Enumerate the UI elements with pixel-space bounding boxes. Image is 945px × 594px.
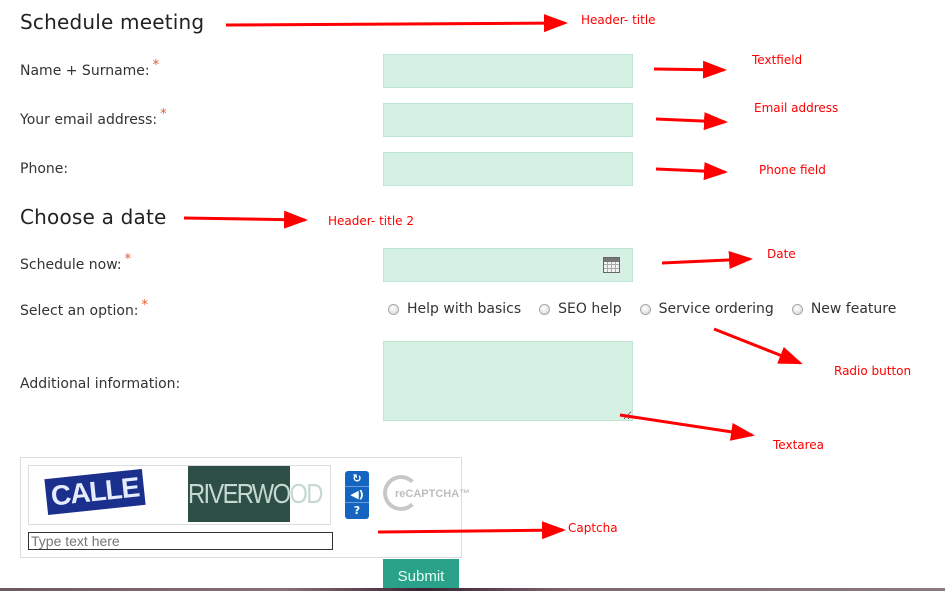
annotation-header-title: Header- title [581,13,656,27]
calendar-icon[interactable] [603,257,620,273]
required-marker: * [141,298,149,313]
radio-circle-icon[interactable] [388,303,399,315]
captcha-image: CALLE RIVERWOOD [28,465,331,525]
email-label: Your email address: * [20,107,167,128]
submit-button[interactable]: Submit [383,559,459,591]
page-title: Schedule meeting [20,10,205,34]
additional-info-textarea[interactable] [383,341,633,421]
radio-label[interactable]: Help with basics [407,301,521,317]
radio-circle-icon[interactable] [539,303,551,315]
radio-service-ordering[interactable]: Service ordering [639,301,774,317]
option-label: Select an option: * [20,298,148,319]
captcha-help-icon[interactable]: ? [345,503,369,519]
radio-seo-help[interactable]: SEO help [539,301,622,317]
annotation-header-title-2: Header- title 2 [328,214,414,228]
option-radio-group: Help with basics SEO help Service orderi… [388,301,914,317]
annotation-date: Date [767,247,796,261]
required-marker: * [124,252,132,267]
arrow-date [661,250,753,269]
name-label: Name + Surname: * [20,58,159,79]
radio-circle-icon[interactable] [791,303,803,315]
captcha-word-1: CALLE [44,468,146,516]
arrow-radio [713,327,803,365]
arrow-textfield [653,60,727,79]
annotation-phone-field: Phone field [759,163,826,177]
captcha-input[interactable] [28,532,333,550]
phone-input[interactable] [383,152,633,186]
radio-help-with-basics[interactable]: Help with basics [388,301,521,317]
captcha-word-2: RIVERWOOD [188,466,323,522]
annotation-radio-button: Radio button [834,364,912,378]
additional-info-label: Additional information: [20,376,181,392]
captcha-audio-icon[interactable]: ◀) [345,487,369,503]
radio-circle-icon[interactable] [639,303,651,315]
radio-label[interactable]: SEO help [558,301,621,317]
captcha-button-group: ↻ ◀) ? [345,471,369,519]
captcha-widget: CALLE RIVERWOOD ↻ ◀) ? reCAPTCHA™ [20,457,470,558]
email-input[interactable] [383,103,633,137]
annotation-email-address: Email address [754,101,839,115]
name-input[interactable] [383,54,633,88]
radio-label[interactable]: New feature [811,301,897,317]
required-marker: * [160,107,167,122]
arrow-email [655,112,728,131]
schedule-label: Schedule now: * [20,252,131,273]
radio-label[interactable]: Service ordering [659,301,774,317]
arrow-header-title-2 [183,210,308,229]
annotation-captcha: Captcha [568,521,618,535]
schedule-label-text: Schedule now: [20,257,122,273]
name-label-text: Name + Surname: [20,63,150,79]
annotation-textfield: Textfield [752,53,803,67]
radio-new-feature[interactable]: New feature [791,301,897,317]
date-input[interactable] [383,248,633,282]
email-label-text: Your email address: [20,112,158,128]
captcha-refresh-icon[interactable]: ↻ [345,471,369,487]
arrow-header-title [225,14,568,33]
option-label-text: Select an option: [20,303,139,319]
recaptcha-logo-text: reCAPTCHA™ [395,488,471,500]
annotation-textarea: Textarea [773,438,825,452]
arrow-phone [655,162,728,181]
section-title-choose-date: Choose a date [20,205,167,229]
required-marker: * [152,58,160,73]
phone-label: Phone: [20,161,69,177]
arrow-textarea [619,413,755,441]
